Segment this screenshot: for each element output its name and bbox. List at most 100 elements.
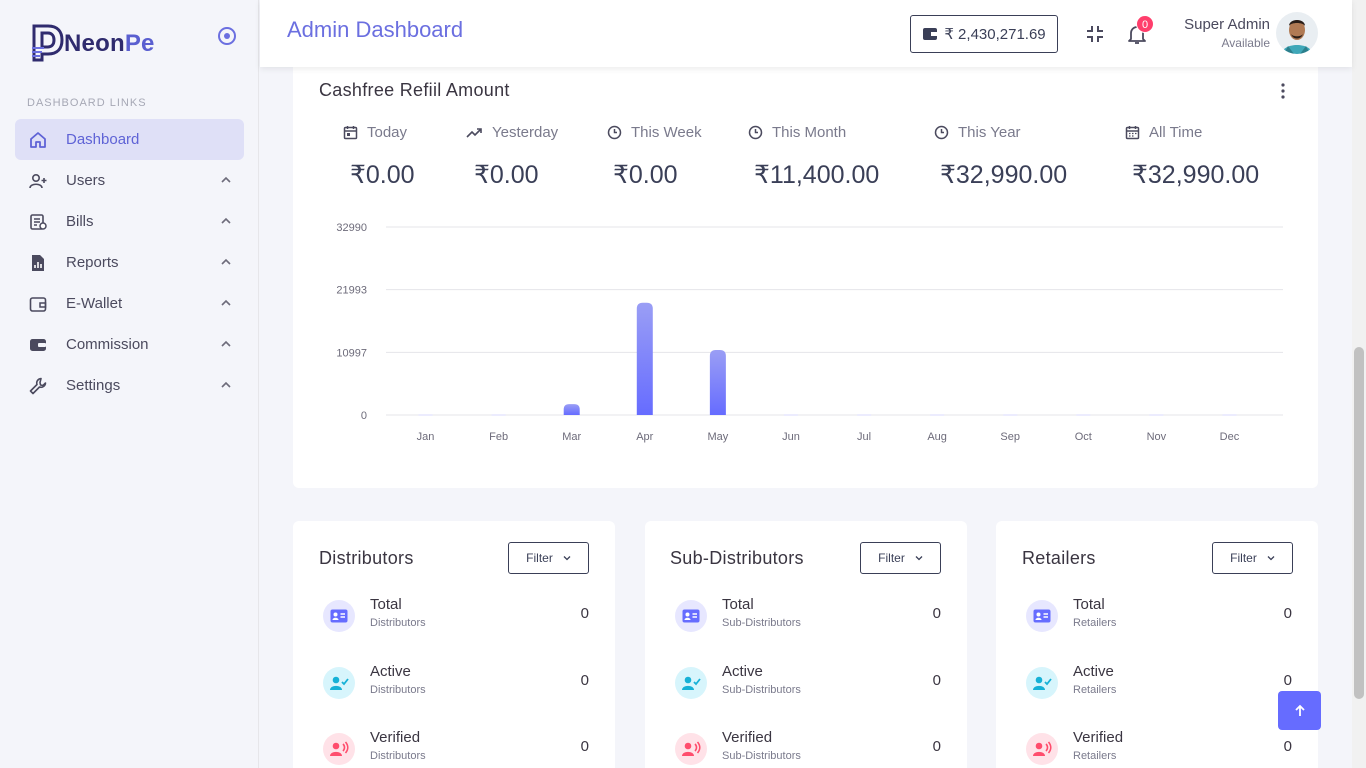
wallet-balance-button[interactable]: ₹ 2,430,271.69 — [910, 15, 1058, 53]
user-check-icon — [675, 667, 707, 699]
row-sublabel: Retailers — [1073, 750, 1117, 762]
bar-mar[interactable] — [563, 404, 580, 415]
y-tick-label: 32990 — [336, 222, 367, 234]
commission-icon — [27, 334, 49, 356]
page-title: Admin Dashboard — [287, 17, 464, 42]
row-label: Verified — [370, 729, 421, 746]
retailers-card: Retailers Filter Total Retailers 0 Activ… — [996, 521, 1318, 768]
row-sublabel: Retailers — [1073, 684, 1117, 696]
sidebar-toggle-icon[interactable] — [216, 25, 238, 47]
row-sublabel: Sub-Distributors — [722, 750, 801, 762]
sidebar-item-settings[interactable]: Settings — [15, 365, 244, 406]
row-sublabel: Sub-Distributors — [722, 617, 801, 629]
bar-apr[interactable] — [636, 302, 653, 415]
wallet-icon — [27, 293, 49, 315]
row-value: 0 — [932, 672, 941, 689]
stat-yesterday: Yesterday ₹0.00 — [466, 124, 559, 189]
chevron-up-icon — [221, 299, 231, 306]
notification-badge: 0 — [1136, 15, 1154, 33]
more-vertical-icon[interactable] — [1281, 83, 1285, 99]
x-tick-label: Jan — [417, 431, 435, 443]
list-item-total: Total Sub-Distributors 0 — [673, 596, 941, 636]
sidebar-item-reports[interactable]: Reports — [15, 242, 244, 283]
x-tick-label: Feb — [489, 431, 508, 443]
chevron-up-icon — [221, 176, 231, 183]
row-sublabel: Sub-Distributors — [722, 684, 801, 696]
user-check-icon — [1026, 667, 1058, 699]
sidebar-item-e-wallet[interactable]: E-Wallet — [15, 283, 244, 324]
sidebar-item-users[interactable]: Users — [15, 160, 244, 201]
chevron-down-icon — [1267, 556, 1275, 561]
stat-value: ₹32,990.00 — [940, 161, 1068, 189]
trending-up-icon — [466, 128, 482, 138]
calendar-icon — [343, 126, 358, 140]
list-item-total: Total Distributors 0 — [321, 596, 589, 636]
row-value: 0 — [1283, 605, 1292, 622]
stat-this-week: This Week ₹0.00 — [607, 124, 702, 189]
row-label: Verified — [1073, 729, 1124, 746]
row-sublabel: Retailers — [1073, 617, 1117, 629]
user-plus-icon — [27, 170, 49, 192]
sidebar-nav: Dashboard Users Bills Reports E-Wallet C… — [15, 119, 244, 406]
row-label: Active — [1073, 663, 1114, 680]
brand-name: NeonPe — [64, 30, 155, 57]
bar-may[interactable] — [709, 350, 726, 415]
filter-dropdown[interactable]: Filter — [1212, 542, 1293, 574]
stat-value: ₹32,990.00 — [1132, 161, 1260, 189]
y-tick-label: 10997 — [336, 347, 367, 359]
row-label: Active — [722, 663, 763, 680]
page-scrollbar-thumb[interactable] — [1354, 347, 1364, 699]
list-item-active: Active Sub-Distributors 0 — [673, 663, 941, 703]
sidebar-item-dashboard[interactable]: Dashboard — [15, 119, 244, 160]
sidebar-item-bills[interactable]: Bills — [15, 201, 244, 242]
stat-label: This Week — [631, 124, 702, 141]
filter-label: Filter — [878, 551, 905, 565]
refill-bar-chart: 0 10997 21993 32990 Jan Feb Mar Apr May Jun Jul Au… — [336, 222, 1283, 443]
id-card-icon — [675, 600, 707, 632]
collapse-screen-icon[interactable] — [1083, 22, 1107, 46]
sidebar-item-label: Settings — [66, 377, 121, 394]
stat-this-month: This Month ₹11,400.00 — [748, 124, 879, 189]
row-value: 0 — [580, 672, 589, 689]
stat-label: This Month — [772, 124, 847, 141]
wallet-icon — [923, 28, 938, 40]
stat-value: ₹0.00 — [350, 161, 415, 189]
chevron-up-icon — [221, 340, 231, 347]
id-card-icon — [1026, 600, 1058, 632]
brand-logo-link[interactable]: NeonPe — [30, 20, 230, 66]
filter-dropdown[interactable]: Filter — [508, 542, 589, 574]
user-name[interactable]: Super Admin — [1184, 16, 1270, 33]
id-card-icon — [323, 600, 355, 632]
list-item-verified: Verified Sub-Distributors 0 — [673, 729, 941, 768]
user-voice-icon — [323, 733, 355, 765]
user-voice-icon — [1026, 733, 1058, 765]
row-label: Total — [722, 596, 754, 613]
y-tick-label: 0 — [361, 410, 367, 422]
x-tick-label: Aug — [927, 431, 947, 443]
row-sublabel: Distributors — [370, 684, 426, 696]
sidebar-item-commission[interactable]: Commission — [15, 324, 244, 365]
x-tick-label: May — [707, 431, 728, 443]
filter-label: Filter — [526, 551, 553, 565]
filter-label: Filter — [1230, 551, 1257, 565]
list-item-total: Total Retailers 0 — [1024, 596, 1292, 636]
row-sublabel: Distributors — [370, 617, 426, 629]
bill-icon — [27, 211, 49, 233]
avatar[interactable] — [1276, 12, 1318, 54]
y-tick-label: 21993 — [336, 285, 367, 297]
distributors-card: Distributors Filter Total Distributors 0… — [293, 521, 615, 768]
stat-label: Yesterday — [492, 124, 559, 141]
sub-distributors-card: Sub-Distributors Filter Total Sub-Distri… — [645, 521, 967, 768]
scroll-to-top-button[interactable] — [1278, 691, 1321, 730]
home-icon — [27, 129, 49, 151]
x-tick-label: Mar — [562, 431, 581, 443]
clock-icon — [748, 125, 763, 140]
stat-label: This Year — [958, 124, 1021, 141]
stat-label: All Time — [1149, 124, 1203, 141]
stat-all-time: All Time ₹32,990.00 — [1125, 124, 1259, 189]
row-value: 0 — [1283, 672, 1292, 689]
filter-dropdown[interactable]: Filter — [860, 542, 941, 574]
row-label: Total — [370, 596, 402, 613]
x-tick-label: Jun — [782, 431, 800, 443]
stat-this-year: This Year ₹32,990.00 — [934, 124, 1067, 189]
